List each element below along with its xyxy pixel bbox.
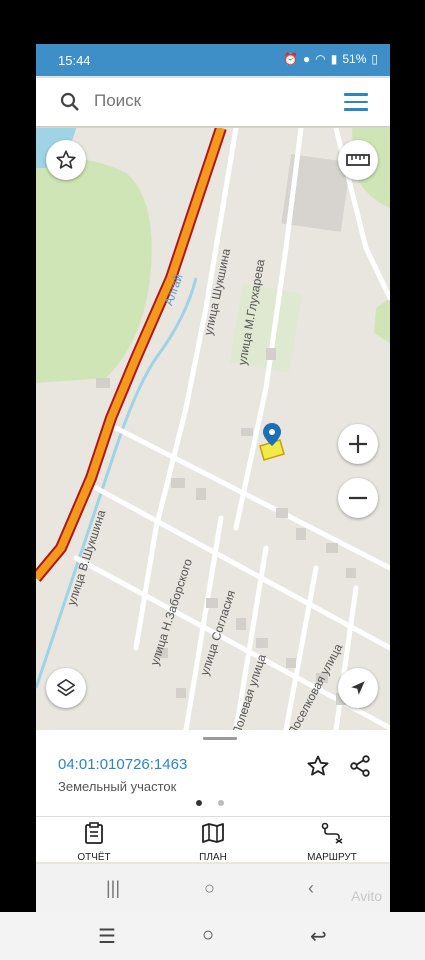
ruler-button[interactable] xyxy=(338,140,378,180)
status-time: 15:44 xyxy=(58,53,91,68)
navigation-arrow-icon xyxy=(351,681,365,695)
home-circle-icon[interactable]: ○ xyxy=(202,924,214,947)
battery-level: 51% xyxy=(342,52,367,66)
status-icons: ⏰ ● ◠ ▮ 51% ▯ xyxy=(283,52,378,66)
my-location-button[interactable] xyxy=(338,668,378,708)
battery-icon: ▯ xyxy=(371,52,378,66)
share-icon[interactable] xyxy=(348,754,372,778)
menu-icon[interactable] xyxy=(344,93,368,111)
wifi-icon: ◠ xyxy=(315,52,326,66)
report-button[interactable]: ОТЧЁТ xyxy=(54,822,134,863)
cadastral-number[interactable]: 04:01:010726:1463 xyxy=(58,756,187,773)
recent-apps-icon[interactable]: ||| xyxy=(106,878,120,899)
ruler-icon xyxy=(346,154,370,166)
plan-label: ПЛАН xyxy=(199,852,227,863)
location-icon: ● xyxy=(303,52,311,66)
map-icon xyxy=(202,823,224,843)
search-input[interactable] xyxy=(94,91,315,111)
clipboard-icon xyxy=(85,822,103,844)
report-label: ОТЧЁТ xyxy=(77,852,111,863)
divider xyxy=(36,816,390,817)
menu-lines-icon[interactable]: ☰ xyxy=(98,924,116,949)
parcel-info-sheet: 04:01:010726:1463 Земельный участок ОТЧЁ… xyxy=(36,730,390,863)
signal-icon: ▮ xyxy=(330,52,338,66)
map-view[interactable]: Алгай улица Шукшина улица М.Глухарева ул… xyxy=(36,128,390,730)
avito-watermark: Avito xyxy=(351,888,382,904)
zoom-in-button[interactable] xyxy=(338,424,378,464)
status-bar: 15:44 ⏰ ● ◠ ▮ 51% ▯ xyxy=(36,44,390,76)
search-icon[interactable] xyxy=(60,92,80,112)
page-indicator xyxy=(196,800,224,806)
favorite-star-icon[interactable] xyxy=(306,754,330,778)
home-icon[interactable]: ○ xyxy=(204,878,215,899)
layers-button[interactable] xyxy=(46,668,86,708)
return-icon[interactable]: ↩ xyxy=(310,924,327,949)
zoom-out-button[interactable] xyxy=(338,478,378,518)
route-label: МАРШРУТ xyxy=(307,852,357,863)
plan-button[interactable]: ПЛАН xyxy=(173,822,253,863)
search-bar xyxy=(36,78,390,126)
star-icon xyxy=(56,150,76,169)
sheet-drag-handle[interactable] xyxy=(203,737,237,740)
parcel-type: Земельный участок xyxy=(58,779,177,794)
layers-icon xyxy=(56,678,76,697)
back-icon[interactable]: ‹ xyxy=(308,878,314,899)
route-icon xyxy=(321,822,343,844)
favorite-map-button[interactable] xyxy=(46,140,86,180)
android-nav-bar: ||| ○ ‹ Avito xyxy=(36,864,390,912)
plus-icon xyxy=(349,435,367,453)
phone-screen: 15:44 ⏰ ● ◠ ▮ 51% ▯ Поиск Алгай улица Шу… xyxy=(36,44,390,912)
outer-nav-bar: ☰ ○ ↩ xyxy=(0,912,425,960)
alarm-icon: ⏰ xyxy=(283,52,299,66)
minus-icon xyxy=(349,496,367,500)
route-button[interactable]: МАРШРУТ xyxy=(292,822,372,863)
